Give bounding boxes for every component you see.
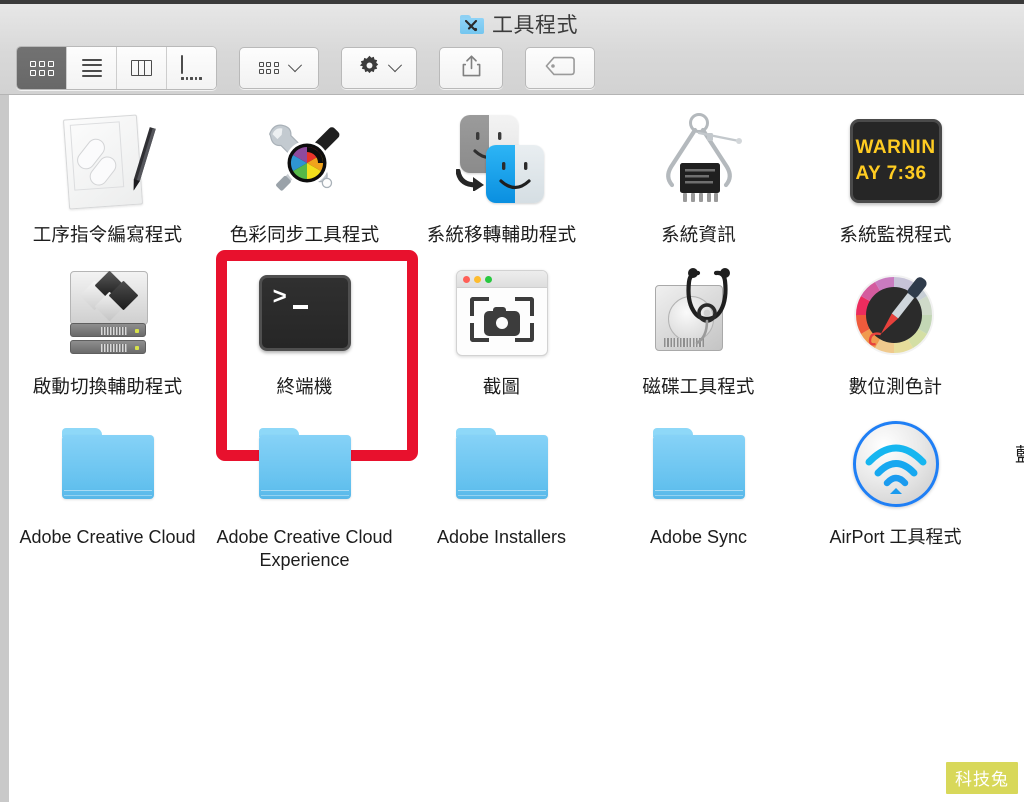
- gallery-icon: [180, 55, 203, 80]
- terminal-prompt: >: [272, 284, 287, 312]
- file-item-digital-color-meter[interactable]: 數位測色計: [797, 247, 994, 399]
- icon-row: Adobe Creative Cloud Adobe Creative Clou…: [9, 398, 1024, 572]
- list-view-button[interactable]: [67, 47, 117, 89]
- boot-camp-assistant-icon: [62, 267, 154, 359]
- gallery-view-button[interactable]: [167, 47, 216, 89]
- file-label: AirPort 工具程式: [829, 527, 962, 548]
- colorsync-utility-icon: [255, 111, 355, 211]
- file-grid-area[interactable]: 工序指令編寫程式 色彩同步工具程式 系統移轉輔助程式 系統資訊 WARNIN A…: [0, 95, 1024, 802]
- watermark: 科技兔: [946, 762, 1018, 794]
- folder-icon: [61, 428, 154, 500]
- system-information-icon: [651, 111, 747, 211]
- tag-button[interactable]: [525, 47, 595, 89]
- action-menu-button[interactable]: [341, 47, 417, 89]
- arrange-by-button[interactable]: [239, 47, 319, 89]
- file-item-adobe-creative-cloud[interactable]: Adobe Creative Cloud: [9, 398, 206, 549]
- file-item-colorsync-utility[interactable]: 色彩同步工具程式: [206, 95, 403, 247]
- grid-icon: [29, 60, 54, 76]
- file-label: 啟動切換輔助程式: [32, 375, 183, 397]
- title-row: 工具程式: [0, 4, 1024, 44]
- file-label: 系統移轉輔助程式: [426, 224, 577, 245]
- chevron-down-icon: [287, 58, 302, 73]
- file-label: 色彩同步工具程式: [229, 224, 380, 245]
- file-item-terminal[interactable]: > 終端機: [206, 247, 418, 461]
- file-item-disk-utility[interactable]: 磁碟工具程式: [600, 247, 797, 399]
- disk-utility-icon: [651, 267, 747, 359]
- gear-icon: [358, 54, 381, 82]
- migration-assistant-icon: [452, 113, 552, 209]
- file-item-system-information[interactable]: 系統資訊: [600, 95, 797, 247]
- file-item-console[interactable]: WARNIN AY 7:36 系統監視程式: [797, 95, 994, 247]
- tag-icon: [545, 56, 575, 81]
- view-mode-segmented-control[interactable]: [16, 46, 217, 90]
- folder-icon: [455, 428, 548, 500]
- console-line-1: WARNIN: [855, 137, 936, 159]
- list-icon: [81, 59, 102, 77]
- chevron-down-icon: [387, 58, 403, 73]
- airport-utility-icon: [852, 421, 939, 508]
- file-label: 數位測色計: [848, 375, 943, 397]
- file-item-screenshot[interactable]: 截圖: [403, 247, 600, 399]
- terminal-icon: >: [258, 274, 351, 351]
- console-icon: WARNIN AY 7:36: [849, 119, 942, 203]
- icon-row: 工序指令編寫程式 色彩同步工具程式 系統移轉輔助程式 系統資訊 WARNIN A…: [9, 95, 1024, 247]
- file-item-adobe-installers[interactable]: Adobe Installers: [403, 398, 600, 549]
- screenshot-icon: [455, 269, 548, 356]
- file-item-adobe-creative-cloud-experience[interactable]: Adobe Creative Cloud Experience: [206, 398, 403, 572]
- script-editor-icon: [60, 111, 156, 211]
- file-label: 系統監視程式: [839, 224, 952, 245]
- file-label: 截圖: [482, 375, 521, 397]
- icon-view-button[interactable]: [17, 47, 67, 89]
- file-item-boot-camp-assistant[interactable]: 啟動切換輔助程式: [9, 247, 206, 399]
- share-icon: [461, 54, 482, 83]
- digital-color-meter-icon: [850, 267, 942, 359]
- file-label: Adobe Creative Cloud: [19, 527, 196, 548]
- toolbar: [16, 46, 595, 90]
- file-item-script-editor[interactable]: 工序指令編寫程式: [9, 95, 206, 247]
- column-view-button[interactable]: [117, 47, 167, 89]
- clipped-file-label-right-edge: 藍: [1015, 440, 1024, 467]
- share-button[interactable]: [439, 47, 503, 89]
- console-line-2: AY 7:36: [855, 163, 927, 184]
- file-label: 系統資訊: [661, 224, 736, 245]
- folder-icon: [652, 428, 745, 500]
- columns-icon: [131, 60, 152, 76]
- arrange-grid-icon: [258, 61, 281, 75]
- window-titlebar: 工具程式: [0, 4, 1024, 95]
- file-label: 終端機: [276, 375, 333, 397]
- utilities-folder-icon: [460, 14, 484, 34]
- folder-icon: [258, 428, 351, 500]
- file-label: Adobe Installers: [436, 527, 567, 548]
- icon-row: 啟動切換輔助程式 > 終端機 截圖 磁碟工具程式 數位測色計: [9, 247, 1024, 461]
- icon-grid: 工序指令編寫程式 色彩同步工具程式 系統移轉輔助程式 系統資訊 WARNIN A…: [9, 95, 1024, 572]
- file-item-airport-utility[interactable]: AirPort 工具程式: [797, 398, 994, 549]
- file-item-adobe-sync[interactable]: Adobe Sync: [600, 398, 797, 549]
- file-label: Adobe Sync: [649, 527, 748, 548]
- finder-window: 工具程式 工序指令編寫程式 色彩同步工具程式 系統移轉輔助程式 系統資訊 WAR…: [0, 0, 1024, 802]
- file-label: Adobe Creative Cloud Experience: [216, 527, 393, 571]
- file-item-migration-assistant[interactable]: 系統移轉輔助程式: [403, 95, 600, 247]
- window-title: 工具程式: [492, 14, 578, 37]
- file-label: 工序指令編寫程式: [32, 224, 183, 245]
- file-label: 磁碟工具程式: [642, 375, 755, 397]
